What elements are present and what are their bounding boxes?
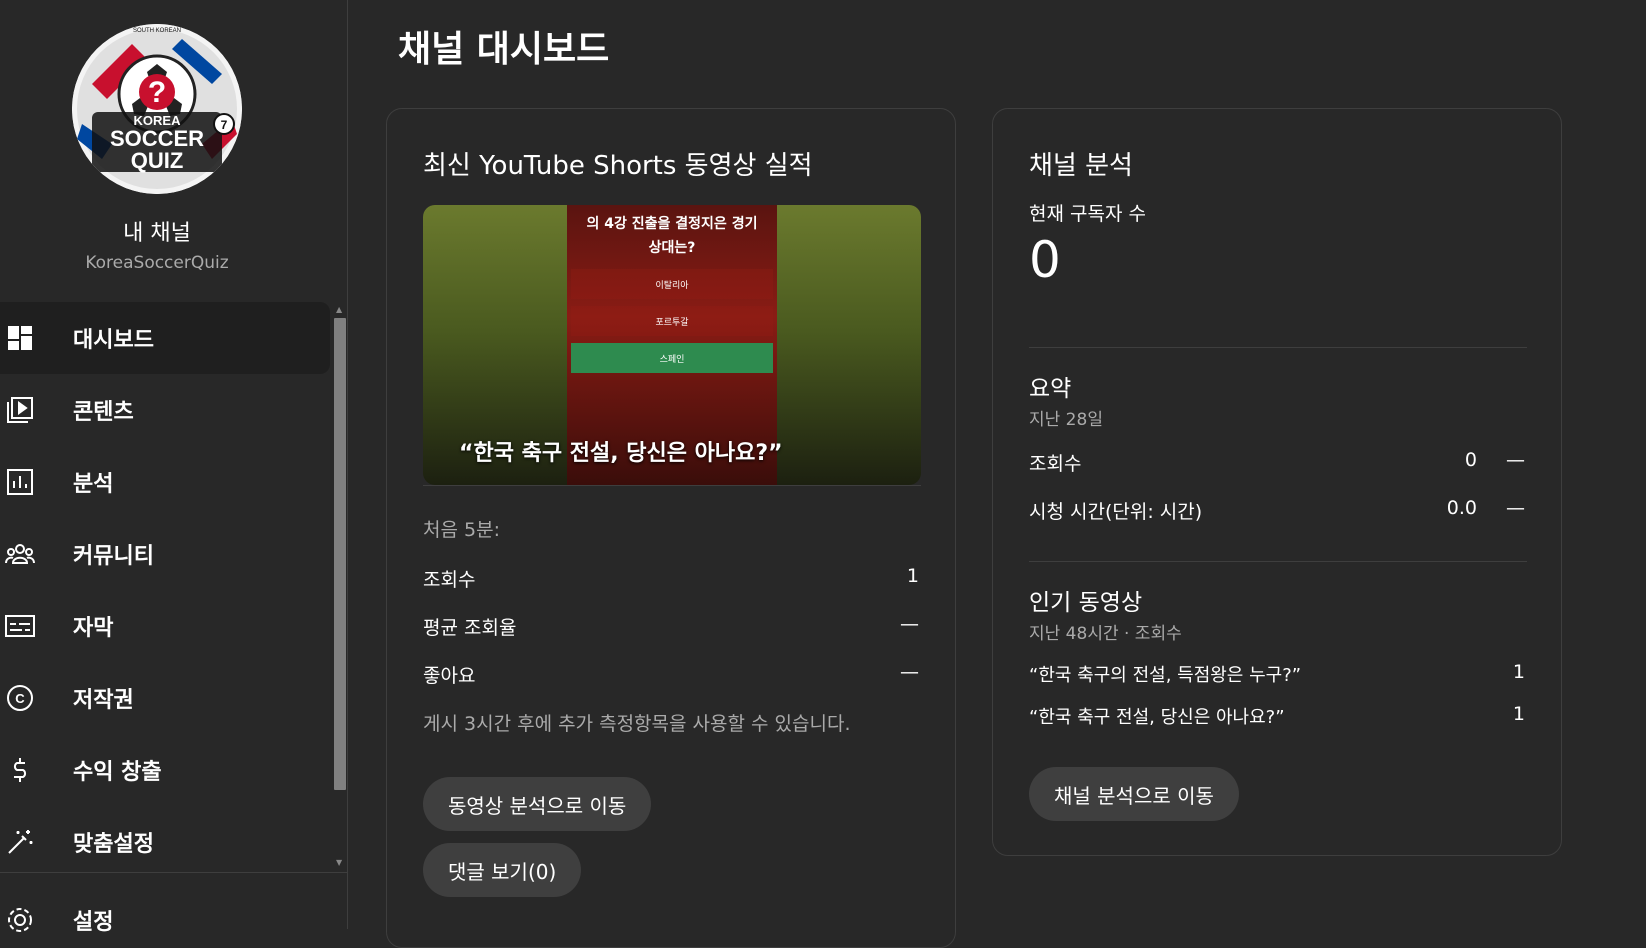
sidebar-item-dashboard[interactable]: 대시보드 — [0, 302, 330, 374]
sidebar-item-settings[interactable]: 설정 — [0, 900, 330, 940]
video-analytics-button[interactable]: 동영상 분석으로 이동 — [423, 777, 652, 831]
content-icon — [2, 392, 38, 428]
page-title: 채널 대시보드 — [398, 29, 610, 70]
thumbnail-caption: “한국 축구 전설, 당신은 아나요?” — [459, 441, 783, 466]
popular-video-views: 1 — [1512, 703, 1525, 725]
sidebar: ? SOUTH KOREAN KOREA SOCCER QUIZ 7 내 채널 … — [0, 0, 348, 935]
card-title: 채널 분석 — [1029, 151, 1133, 181]
scroll-up-arrow[interactable]: ▲ — [336, 305, 342, 314]
thumbnail-option: 스페인 — [571, 343, 773, 373]
customization-icon — [2, 824, 38, 860]
sidebar-item-subtitles[interactable]: 자막 — [0, 590, 330, 662]
channel-label: 내 채널 — [123, 221, 191, 246]
sidebar-item-label: 설정 — [73, 910, 114, 935]
svg-text:SOUTH KOREAN: SOUTH KOREAN — [133, 28, 181, 34]
svg-text:C: C — [15, 691, 25, 706]
popular-video-title[interactable]: “한국 축구의 전설, 득점왕은 누구?” — [1029, 661, 1301, 687]
channel-handle: KoreaSoccerQuiz — [85, 253, 229, 273]
svg-text:?: ? — [148, 76, 166, 109]
community-icon — [2, 536, 38, 572]
popular-video-title[interactable]: “한국 축구 전설, 당신은 아나요?” — [1029, 703, 1285, 729]
sidebar-item-label: 콘텐츠 — [73, 400, 134, 425]
summary-row-value: 0 — [1464, 449, 1477, 471]
card-title: 최신 YouTube Shorts 동영상 실적 — [423, 151, 813, 181]
summary-title: 요약 — [1029, 376, 1072, 402]
period-label: 처음 5분: — [423, 519, 500, 541]
gear-icon — [2, 902, 38, 938]
sidebar-item-analytics[interactable]: 분석 — [0, 446, 330, 518]
subtitles-icon — [2, 608, 38, 644]
sidebar-item-label: 분석 — [73, 472, 114, 497]
thumbnail-option: 포르투갈 — [571, 306, 773, 336]
sidebar-item-label: 맞춤설정 — [73, 832, 154, 857]
subscribers-label: 현재 구독자 수 — [1029, 203, 1146, 225]
stat-value: — — [900, 613, 919, 635]
metrics-note: 게시 3시간 후에 추가 측정항목을 사용할 수 있습니다. — [423, 713, 851, 735]
popular-video-views: 1 — [1512, 661, 1525, 683]
thumbnail-question-line1: 의 4강 진출을 결정지은 경기 — [586, 216, 758, 232]
analytics-icon — [2, 464, 38, 500]
scrollbar-thumb[interactable] — [334, 318, 346, 790]
view-comments-button[interactable]: 댓글 보기(0) — [423, 843, 582, 897]
channel-analytics-card: 채널 분석 현재 구독자 수 0 요약 지난 28일 조회수 0 — 시청 시간… — [992, 108, 1562, 856]
summary-row-value: 0.0 — [1446, 497, 1477, 519]
subscribers-count: 0 — [1029, 231, 1061, 289]
sidebar-item-label: 저작권 — [73, 688, 134, 713]
scroll-down-arrow[interactable]: ▼ — [336, 858, 342, 867]
monetization-icon — [2, 752, 38, 788]
trend-indicator: — — [1506, 497, 1525, 519]
sidebar-item-copyright[interactable]: C 저작권 — [0, 662, 330, 734]
svg-text:QUIZ: QUIZ — [131, 148, 184, 173]
summary-row-label: 시청 시간(단위: 시간) — [1029, 501, 1203, 523]
latest-video-card: 최신 YouTube Shorts 동영상 실적 의 4강 진출을 결정지은 경… — [386, 108, 956, 948]
sidebar-divider — [0, 872, 348, 873]
svg-text:7: 7 — [221, 118, 228, 132]
channel-avatar[interactable]: ? SOUTH KOREAN KOREA SOCCER QUIZ 7 — [72, 24, 242, 194]
stat-label: 평균 조회율 — [423, 617, 517, 639]
stat-label: 좋아요 — [423, 665, 476, 687]
popular-videos-period: 지난 48시간 · 조회수 — [1029, 624, 1182, 644]
stat-value: 1 — [906, 565, 919, 587]
card-divider — [423, 485, 921, 486]
stat-value: — — [900, 661, 919, 683]
sidebar-item-community[interactable]: 커뮤니티 — [0, 518, 330, 590]
channel-logo: ? SOUTH KOREAN KOREA SOCCER QUIZ 7 — [72, 24, 242, 194]
card-divider — [1029, 561, 1527, 562]
channel-analytics-button[interactable]: 채널 분석으로 이동 — [1029, 767, 1239, 821]
dashboard-icon — [2, 320, 38, 356]
sidebar-item-monetization[interactable]: 수익 창출 — [0, 734, 330, 806]
stat-label: 조회수 — [423, 569, 476, 591]
video-thumbnail[interactable]: 의 4강 진출을 결정지은 경기 상대는? 이탈리아 포르투갈 스페인 “한국 … — [423, 205, 921, 485]
summary-period: 지난 28일 — [1029, 410, 1103, 430]
sidebar-item-label: 대시보드 — [73, 328, 154, 353]
card-divider — [1029, 347, 1527, 348]
summary-row-label: 조회수 — [1029, 453, 1082, 475]
copyright-icon: C — [2, 680, 38, 716]
trend-indicator: — — [1506, 449, 1525, 471]
sidebar-item-label: 커뮤니티 — [73, 544, 154, 569]
thumbnail-question-line2: 상대는? — [648, 240, 696, 256]
sidebar-item-customization[interactable]: 맞춤설정 — [0, 806, 330, 878]
thumbnail-option: 이탈리아 — [571, 269, 773, 299]
sidebar-item-content[interactable]: 콘텐츠 — [0, 374, 330, 446]
popular-videos-title: 인기 동영상 — [1029, 590, 1143, 616]
sidebar-item-label: 수익 창출 — [73, 760, 162, 785]
sidebar-item-label: 자막 — [73, 616, 114, 641]
